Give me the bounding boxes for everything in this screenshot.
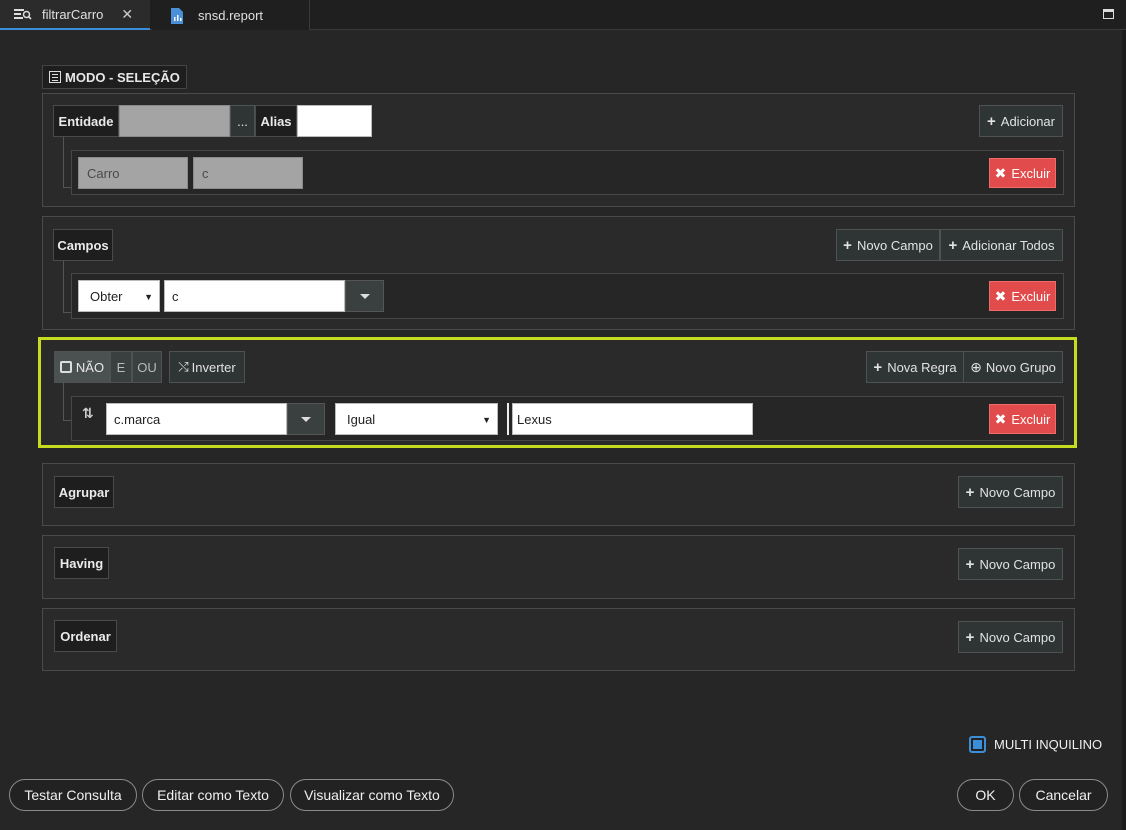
rule-row: ⇅ c.marca Igual ▼ Lexus ✖ Excluir [71, 396, 1064, 441]
plus-icon: + [873, 358, 883, 376]
chevron-down-icon [301, 416, 311, 422]
invert-label: Inverter [191, 359, 236, 375]
not-label: NÃO [75, 359, 105, 375]
delete-label: Excluir [1011, 288, 1051, 304]
add-all-button[interactable]: + Adicionar Todos [940, 229, 1063, 261]
rule-operator-select[interactable]: Igual ▼ [335, 403, 498, 435]
entity-value-field[interactable]: Carro [78, 157, 188, 189]
test-query-button[interactable]: Testar Consulta [9, 779, 137, 811]
having-label: Having [54, 547, 109, 579]
divider [507, 403, 509, 435]
delete-field-button[interactable]: ✖ Excluir [989, 281, 1056, 311]
tab-bar: filtrarCarro ✕ snsd.report [0, 0, 1126, 30]
rule-field-input[interactable]: c.marca [106, 403, 287, 435]
maximize-icon[interactable] [1103, 9, 1114, 19]
report-file-icon [170, 8, 188, 24]
alias-label: Alias [255, 105, 297, 137]
where-group: NÃO E OU ⤭ Inverter + Nova Regra ⊕ Novo … [38, 337, 1077, 448]
new-field-label: Novo Campo [979, 484, 1056, 500]
plus-icon: + [948, 236, 958, 254]
tab-filtrarcarro[interactable]: filtrarCarro ✕ [0, 0, 150, 30]
alias-input[interactable] [297, 105, 372, 137]
invert-button[interactable]: ⤭ Inverter [169, 351, 245, 383]
multi-inquilino-toggle[interactable]: MULTI INQUILINO [969, 736, 1102, 753]
field-mode-value: Obter [90, 288, 123, 304]
field-row: Obter ▼ c ✖ Excluir [71, 273, 1064, 319]
logic-toggle: NÃO E OU [54, 351, 162, 383]
plus-icon: + [987, 112, 996, 130]
new-field-label: Novo Campo [979, 629, 1056, 645]
group-new-field-button[interactable]: + Novo Campo [958, 476, 1063, 508]
field-expression-input[interactable]: c [164, 280, 345, 312]
delete-rule-button[interactable]: ✖ Excluir [989, 404, 1056, 434]
new-rule-button[interactable]: + Nova Regra [866, 351, 964, 383]
campos-label: Campos [53, 229, 113, 261]
tab-snsd-report[interactable]: snsd.report [152, 0, 310, 30]
drag-sort-icon[interactable]: ⇅ [82, 405, 94, 422]
group-by-section: Agrupar + Novo Campo [42, 463, 1075, 526]
checkbox-icon[interactable] [969, 736, 986, 753]
mode-label-text: MODO - SELEÇÃO [65, 69, 180, 85]
delete-entity-button[interactable]: ✖ Excluir [989, 158, 1056, 188]
add-entity-label: Adicionar [1000, 113, 1055, 129]
edit-as-text-button[interactable]: Editar como Texto [142, 779, 284, 811]
new-rule-label: Nova Regra [887, 359, 957, 375]
entity-section: Entidade ... Alias + Adicionar Carro c ✖… [42, 93, 1075, 207]
query-icon [14, 7, 32, 21]
close-icon: ✖ [994, 164, 1007, 181]
having-new-field-button[interactable]: + Novo Campo [958, 548, 1063, 580]
plus-icon: + [965, 555, 975, 573]
new-group-label: Novo Grupo [985, 359, 1056, 375]
having-section: Having + Novo Campo [42, 535, 1075, 599]
field-dropdown-button[interactable] [345, 280, 384, 312]
plus-icon: + [965, 483, 975, 501]
order-section: Ordenar + Novo Campo [42, 608, 1075, 671]
checkbox-icon [59, 361, 72, 373]
list-icon [49, 71, 61, 83]
add-entity-button[interactable]: + Adicionar [979, 105, 1063, 137]
delete-label: Excluir [1011, 411, 1051, 427]
dropdown-caret-icon: ▼ [482, 415, 491, 425]
delete-label: Excluir [1011, 165, 1051, 181]
close-icon: ✖ [994, 287, 1007, 304]
entidade-input[interactable] [119, 105, 230, 137]
view-as-text-button[interactable]: Visualizar como Texto [290, 779, 454, 811]
multi-inquilino-label: MULTI INQUILINO [994, 737, 1103, 752]
tab-label: filtrarCarro [42, 6, 104, 22]
add-all-label: Adicionar Todos [962, 237, 1055, 253]
field-mode-select[interactable]: Obter ▼ [78, 280, 160, 312]
new-field-label: Novo Campo [856, 237, 933, 253]
new-field-button[interactable]: + Novo Campo [836, 229, 940, 261]
entity-row: Carro c ✖ Excluir [71, 150, 1064, 195]
close-icon: ✖ [994, 410, 1007, 427]
plus-circle-icon: ⊕ [970, 358, 982, 375]
rule-field-dropdown[interactable] [287, 403, 325, 435]
close-icon[interactable]: ✕ [121, 6, 133, 23]
operator-value: Igual [347, 411, 376, 427]
agrupar-label: Agrupar [54, 476, 114, 508]
order-new-field-button[interactable]: + Novo Campo [958, 621, 1063, 653]
scroll-edge [1122, 30, 1126, 830]
new-field-label: Novo Campo [979, 556, 1056, 572]
tab-label: snsd.report [198, 7, 264, 23]
shuffle-icon: ⤭ [178, 359, 189, 374]
and-toggle[interactable]: E [110, 351, 132, 383]
ordenar-label: Ordenar [54, 620, 117, 652]
chevron-down-icon [359, 293, 370, 299]
new-group-button[interactable]: ⊕ Novo Grupo [963, 351, 1063, 383]
plus-icon: + [965, 628, 975, 646]
ok-button[interactable]: OK [957, 779, 1014, 811]
cancel-button[interactable]: Cancelar [1019, 779, 1108, 811]
entidade-label: Entidade [53, 105, 119, 137]
dropdown-caret-icon: ▼ [144, 292, 153, 302]
or-toggle[interactable]: OU [132, 351, 162, 383]
rule-value-input[interactable]: Lexus [512, 403, 753, 435]
not-toggle[interactable]: NÃO [54, 351, 110, 383]
plus-icon: + [843, 236, 852, 254]
browse-entity-button[interactable]: ... [230, 105, 255, 137]
fields-section: Campos + Novo Campo + Adicionar Todos Ob… [42, 216, 1075, 330]
mode-label: MODO - SELEÇÃO [42, 65, 187, 89]
alias-value-field[interactable]: c [193, 157, 303, 189]
